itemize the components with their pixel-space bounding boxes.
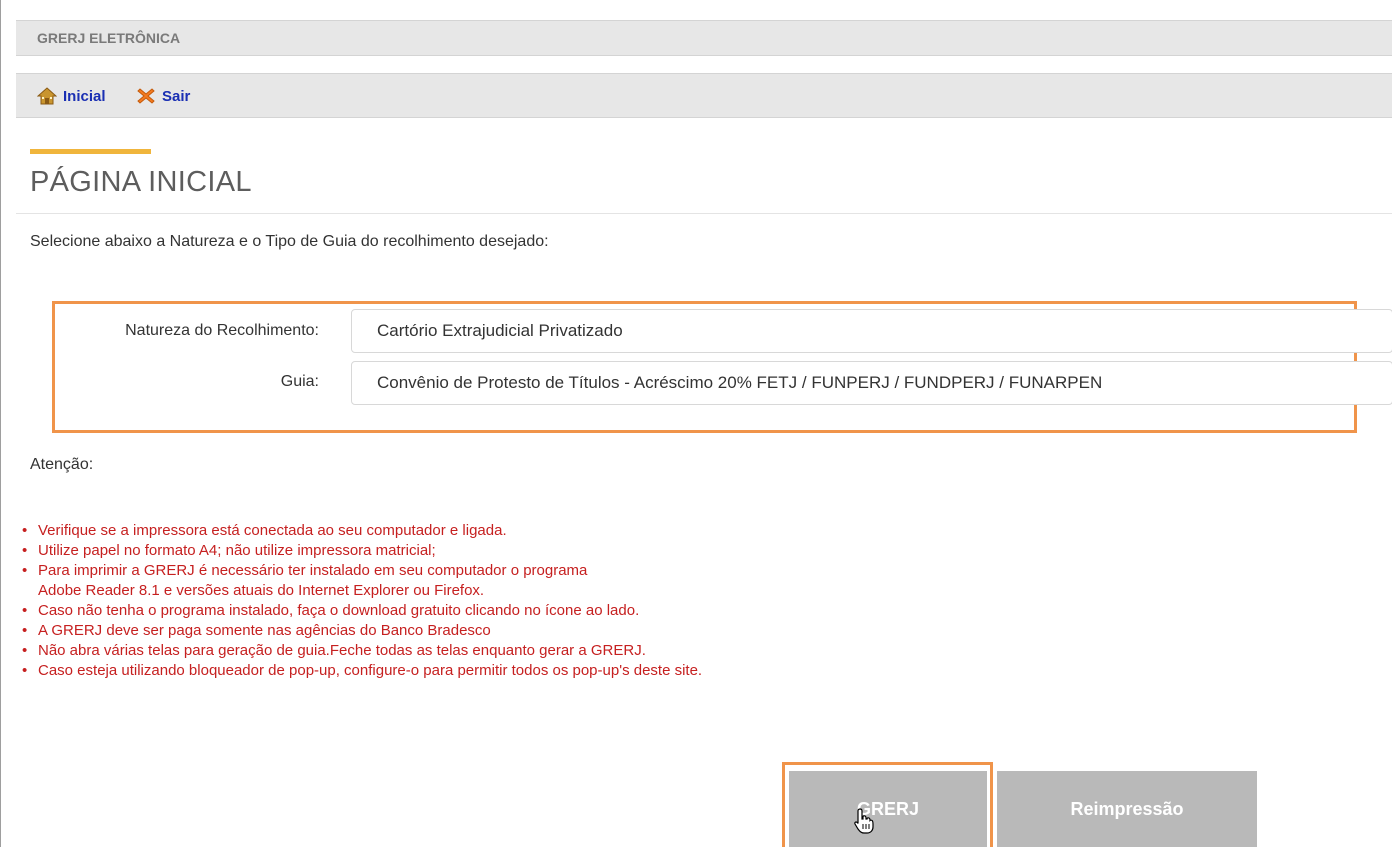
warning-item: • Para imprimir a GRERJ é necessário ter … <box>22 562 588 599</box>
nav-home-link[interactable]: Inicial <box>36 86 106 106</box>
instruction-text: Selecione abaixo a Natureza e o Tipo de … <box>30 233 549 250</box>
guia-label: Guia: <box>280 373 319 390</box>
natureza-label: Natureza do Recolhimento: <box>125 322 319 339</box>
warning-item: • A GRERJ deve ser paga somente nas agênc… <box>22 622 491 639</box>
title-divider <box>16 213 1392 214</box>
page: GRERJ ELETRÔNICA Inicial Sair PÁGINA INI… <box>0 0 1392 847</box>
warning-list: • Verifique se a impressora está conectad… <box>22 521 702 681</box>
grerj-button[interactable]: GRERJ <box>789 771 987 847</box>
nav-exit-label: Sair <box>162 87 191 105</box>
warning-item: • Caso não tenha o programa instalado, fa… <box>22 602 640 619</box>
nav-bar: Inicial Sair <box>16 73 1392 118</box>
guia-select[interactable]: Convênio de Protesto de Títulos - Acrésc… <box>351 361 1392 405</box>
natureza-selected-value: Cartório Extrajudicial Privatizado <box>377 321 623 340</box>
nav-home-label: Inicial <box>63 87 106 105</box>
page-title: PÁGINA INICIAL <box>30 166 252 198</box>
warning-item: • Caso esteja utilizando bloqueador de po… <box>22 662 703 679</box>
reimpressao-button[interactable]: Reimpressão <box>997 771 1257 847</box>
attention-heading: Atenção: <box>30 456 94 473</box>
guia-selected-value: Convênio de Protesto de Títulos - Acrésc… <box>377 373 1103 392</box>
title-accent-bar <box>30 149 151 154</box>
home-icon <box>36 86 58 106</box>
warning-item: • Verifique se a impressora está conectad… <box>22 522 507 539</box>
app-header-bar: GRERJ ELETRÔNICA <box>16 20 1392 56</box>
natureza-select[interactable]: Cartório Extrajudicial Privatizado <box>351 309 1392 353</box>
hand-pointer-icon <box>853 808 875 834</box>
warning-item: • Utilize papel no formato A4; não utiliz… <box>22 542 436 559</box>
app-title: GRERJ ELETRÔNICA <box>37 30 181 46</box>
warning-item: • Não abra várias telas para geração de g… <box>22 642 646 659</box>
nav-exit-link[interactable]: Sair <box>136 86 190 106</box>
close-x-icon <box>136 86 156 106</box>
